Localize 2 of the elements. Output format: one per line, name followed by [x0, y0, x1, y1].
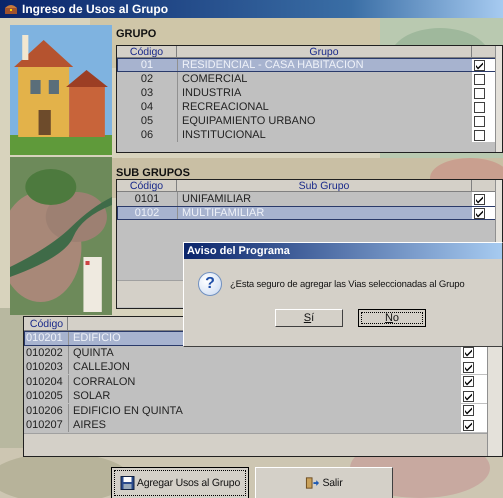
- window-title: Ingreso de Usos al Grupo: [22, 2, 168, 16]
- chest-icon: [4, 3, 18, 15]
